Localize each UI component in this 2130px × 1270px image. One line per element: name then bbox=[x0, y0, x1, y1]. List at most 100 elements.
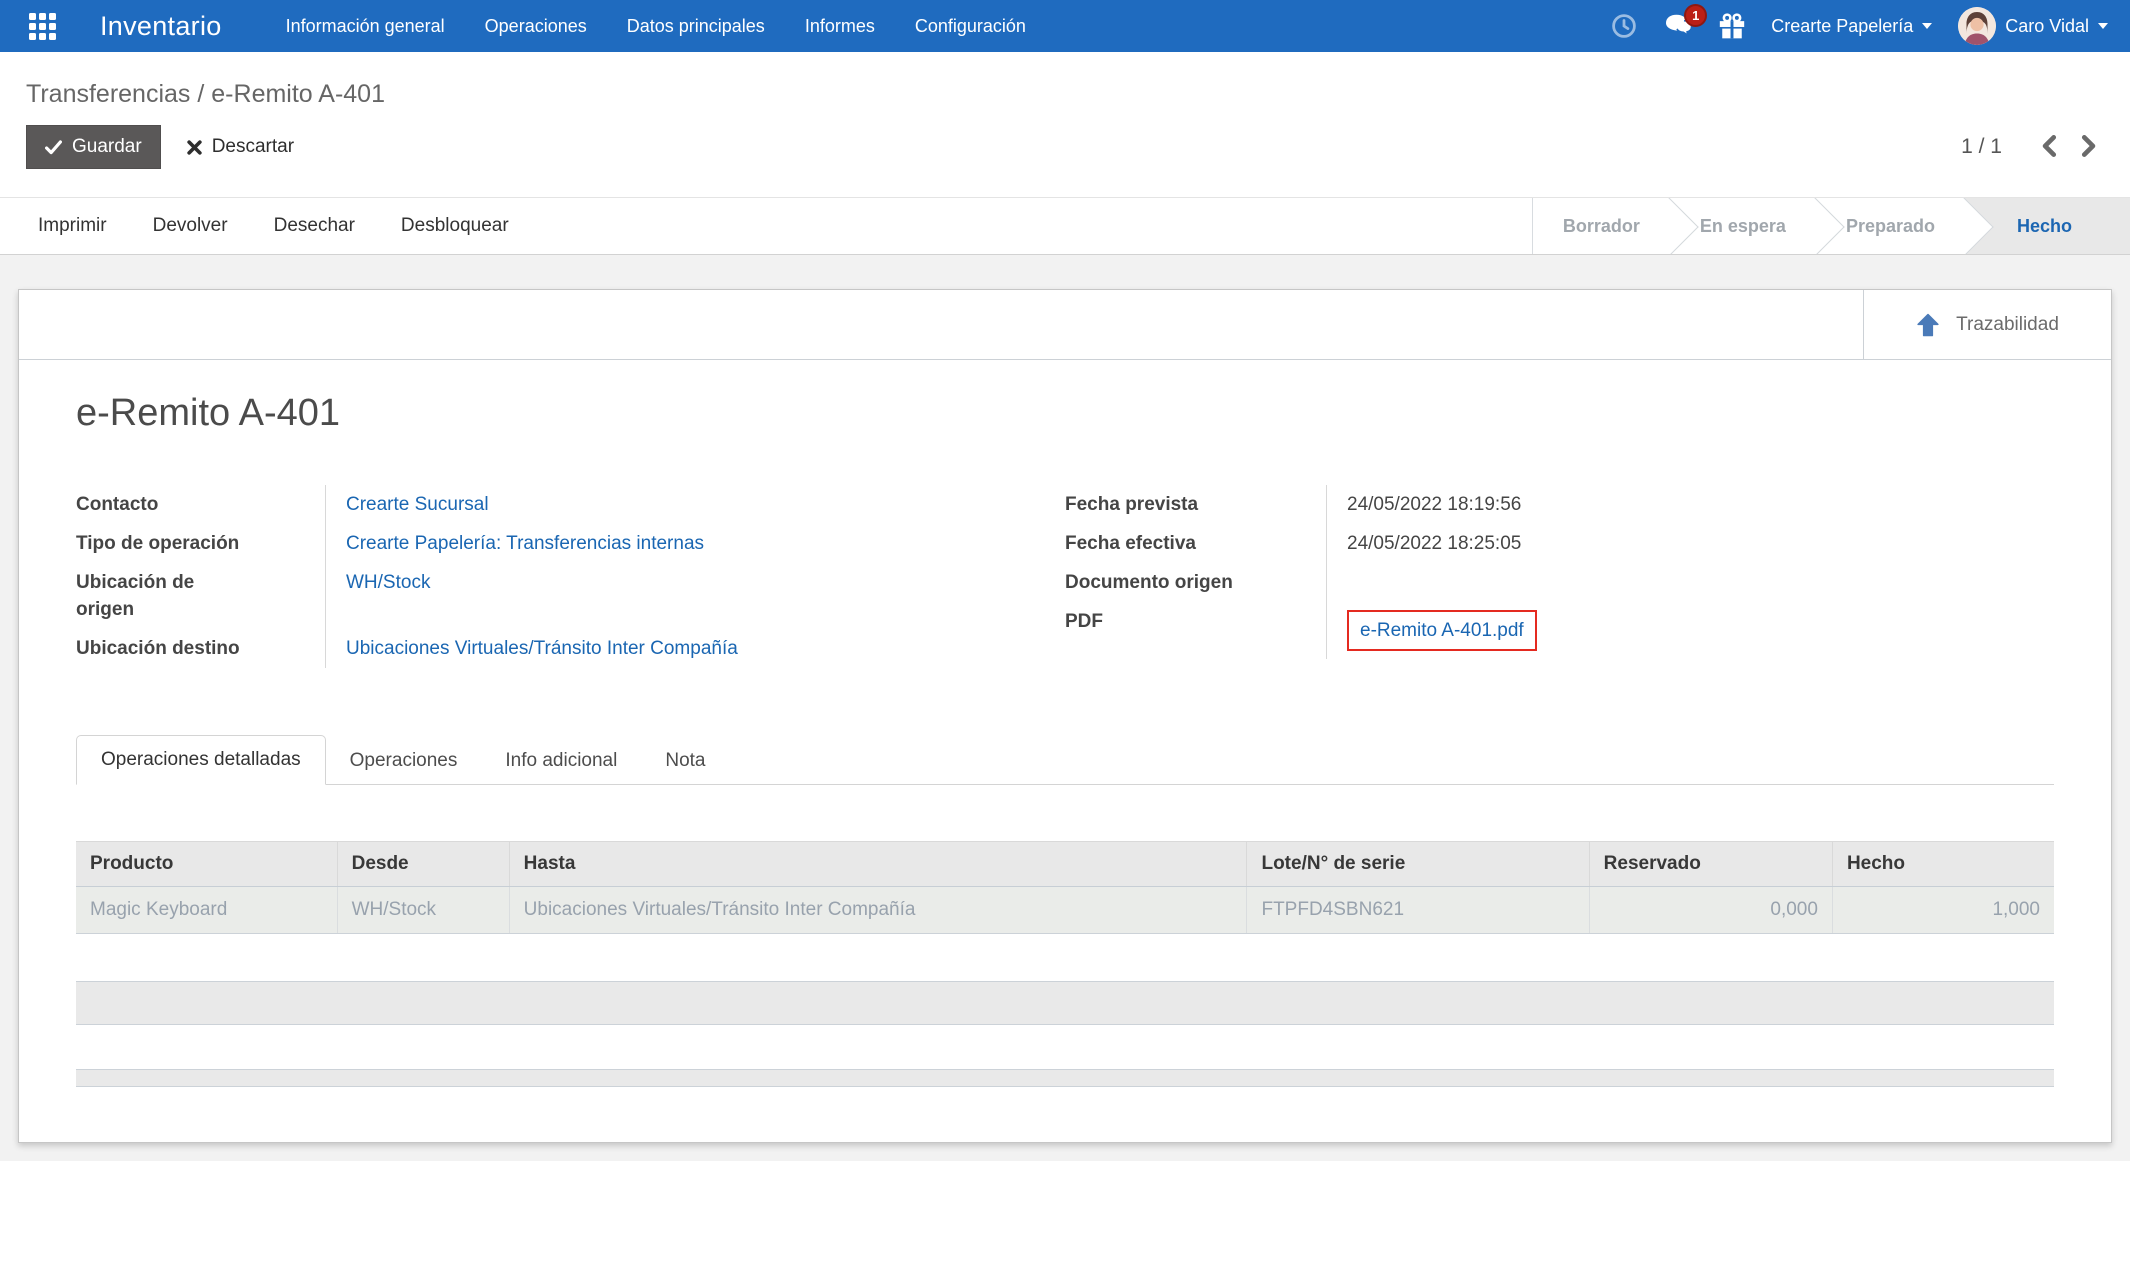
breadcrumb-slash: / bbox=[197, 80, 205, 108]
check-icon bbox=[45, 139, 62, 154]
statusbar-buttons: Imprimir Devolver Desechar Desbloquear bbox=[0, 198, 509, 254]
field-documento-origen: Documento origen bbox=[1065, 563, 2054, 602]
field-label: Documento origen bbox=[1065, 563, 1327, 602]
column-header-hasta[interactable]: Hasta bbox=[508, 841, 1247, 887]
discard-label: Descartar bbox=[211, 136, 295, 157]
field-value: Crearte Papelería: Transferencias intern… bbox=[326, 524, 704, 563]
message-count-badge: 1 bbox=[1684, 4, 1708, 27]
statusbar: Imprimir Devolver Desechar Desbloquear B… bbox=[0, 197, 2130, 255]
column-header-reservado[interactable]: Reservado bbox=[1588, 841, 1833, 887]
cell-lote: FTPFD4SBN621 bbox=[1246, 886, 1590, 934]
cell-hecho: 1,000 bbox=[1831, 886, 2054, 934]
field-contacto: Contacto Crearte Sucursal bbox=[76, 485, 1065, 524]
sheet-body: e-Remito A-401 Contacto Crearte Sucursal… bbox=[19, 360, 2111, 1087]
discard-button[interactable]: Descartar bbox=[187, 136, 294, 158]
company-switcher[interactable]: Crearte Papelería bbox=[1771, 15, 1933, 37]
traceability-label: Trazabilidad bbox=[1956, 313, 2059, 335]
unlock-button[interactable]: Desbloquear bbox=[401, 215, 509, 237]
column-header-desde[interactable]: Desde bbox=[336, 841, 510, 887]
table-row[interactable]: Magic Keyboard WH/Stock Ubicaciones Virt… bbox=[76, 886, 2054, 934]
status-step-label: En espera bbox=[1699, 216, 1786, 236]
operation-type-link[interactable]: Crearte Papelería: Transferencias intern… bbox=[346, 533, 704, 554]
field-value: e-Remito A-401.pdf bbox=[1327, 602, 1537, 659]
status-pipeline: Borrador En espera Preparado Hecho bbox=[1531, 198, 2130, 254]
field-label: Ubicación de origen bbox=[76, 563, 326, 629]
content-area: Trazabilidad e-Remito A-401 Contacto Cre… bbox=[0, 255, 2130, 1161]
field-value: WH/Stock bbox=[326, 563, 430, 629]
notebook-tabs: Operaciones detalladas Operaciones Info … bbox=[76, 734, 2054, 785]
field-label: Fecha prevista bbox=[1065, 485, 1327, 524]
tab-operaciones[interactable]: Operaciones bbox=[326, 737, 482, 785]
user-menu[interactable]: Caro Vidal bbox=[1958, 7, 2108, 45]
breadcrumb-parent[interactable]: Transferencias bbox=[26, 80, 190, 108]
field-tipo-operacion: Tipo de operación Crearte Papelería: Tra… bbox=[76, 524, 1065, 563]
column-header-hecho[interactable]: Hecho bbox=[1831, 841, 2054, 887]
breadcrumb: Transferencias / e-Remito A-401 bbox=[0, 52, 2130, 113]
close-icon bbox=[187, 139, 202, 155]
status-step-label: Hecho bbox=[2016, 216, 2072, 236]
tab-nota[interactable]: Nota bbox=[641, 737, 729, 785]
field-pdf: PDF e-Remito A-401.pdf bbox=[1065, 602, 2054, 659]
contact-link[interactable]: Crearte Sucursal bbox=[346, 494, 489, 515]
chevron-down-icon bbox=[1922, 23, 1933, 29]
column-header-producto[interactable]: Producto bbox=[76, 841, 338, 887]
company-name: Crearte Papelería bbox=[1771, 15, 1914, 36]
avatar bbox=[1958, 7, 1997, 45]
cell-producto: Magic Keyboard bbox=[76, 886, 338, 934]
navbar-right: 1 Crearte Papelería Caro Vidal bbox=[1611, 4, 2108, 45]
status-step-borrador[interactable]: Borrador bbox=[1533, 198, 1670, 254]
save-button[interactable]: Guardar bbox=[26, 125, 161, 169]
chevron-left-icon bbox=[2042, 134, 2057, 157]
pager: 1 / 1 bbox=[1961, 129, 2104, 166]
activities-button[interactable] bbox=[1611, 13, 1637, 39]
table-header-row: Producto Desde Hasta Lote/N° de serie Re… bbox=[76, 841, 2054, 887]
destination-location-link[interactable]: Ubicaciones Virtuales/Tránsito Inter Com… bbox=[346, 638, 738, 659]
pager-count: 1 / 1 bbox=[1961, 135, 2002, 158]
nav-item-configuracion[interactable]: Configuración bbox=[915, 16, 1026, 37]
field-groups: Contacto Crearte Sucursal Tipo de operac… bbox=[76, 485, 2054, 668]
field-group-right: Fecha prevista 24/05/2022 18:19:56 Fecha… bbox=[1065, 485, 2054, 668]
app-brand[interactable]: Inventario bbox=[100, 11, 222, 42]
scrap-button[interactable]: Desechar bbox=[274, 215, 355, 237]
status-step-label: Preparado bbox=[1845, 216, 1935, 236]
user-name: Caro Vidal bbox=[2005, 15, 2089, 36]
clock-icon bbox=[1612, 14, 1636, 38]
nav-item-informes[interactable]: Informes bbox=[805, 16, 875, 37]
return-button[interactable]: Devolver bbox=[153, 215, 228, 237]
source-location-link[interactable]: WH/Stock bbox=[346, 572, 430, 593]
chevron-right-icon bbox=[2081, 134, 2096, 157]
field-ubicacion-destino: Ubicación destino Ubicaciones Virtuales/… bbox=[76, 629, 1065, 668]
button-box: Trazabilidad bbox=[19, 290, 2111, 360]
pager-next-button[interactable] bbox=[2074, 129, 2104, 166]
nav-item-informacion-general[interactable]: Información general bbox=[286, 16, 445, 37]
field-fecha-efectiva: Fecha efectiva 24/05/2022 18:25:05 bbox=[1065, 524, 2054, 563]
messages-button[interactable]: 1 bbox=[1663, 4, 1708, 39]
rewards-button[interactable] bbox=[1719, 13, 1745, 39]
save-label: Guardar bbox=[72, 136, 142, 157]
field-value: Ubicaciones Virtuales/Tránsito Inter Com… bbox=[326, 629, 738, 668]
field-ubicacion-origen: Ubicación de origen WH/Stock bbox=[76, 563, 1065, 629]
chevron-down-icon bbox=[2098, 23, 2108, 29]
gift-icon bbox=[1720, 13, 1745, 39]
cell-desde: WH/Stock bbox=[336, 886, 510, 934]
arrow-up-icon bbox=[1917, 313, 1939, 336]
field-fecha-prevista: Fecha prevista 24/05/2022 18:19:56 bbox=[1065, 485, 2054, 524]
operations-table: Producto Desde Hasta Lote/N° de serie Re… bbox=[76, 841, 2054, 934]
effective-date-value: 24/05/2022 18:25:05 bbox=[1347, 533, 1522, 554]
breadcrumb-current-label: e-Remito A-401 bbox=[211, 80, 385, 108]
pdf-link[interactable]: e-Remito A-401.pdf bbox=[1360, 620, 1524, 641]
tab-info-adicional[interactable]: Info adicional bbox=[481, 737, 641, 785]
field-label: Fecha efectiva bbox=[1065, 524, 1327, 563]
field-label: Ubicación destino bbox=[76, 629, 326, 668]
column-header-lote[interactable]: Lote/N° de serie bbox=[1246, 841, 1590, 887]
nav-item-operaciones[interactable]: Operaciones bbox=[485, 16, 587, 37]
tab-operaciones-detalladas[interactable]: Operaciones detalladas bbox=[76, 735, 326, 785]
apps-menu-button[interactable] bbox=[22, 6, 62, 46]
document-title: e-Remito A-401 bbox=[76, 392, 341, 434]
status-step-label: Borrador bbox=[1562, 216, 1640, 236]
traceability-button[interactable]: Trazabilidad bbox=[1863, 290, 2111, 359]
nav-item-datos-principales[interactable]: Datos principales bbox=[627, 16, 765, 37]
print-button[interactable]: Imprimir bbox=[38, 215, 107, 237]
field-value: Crearte Sucursal bbox=[326, 485, 489, 524]
pager-previous-button[interactable] bbox=[2034, 129, 2064, 166]
